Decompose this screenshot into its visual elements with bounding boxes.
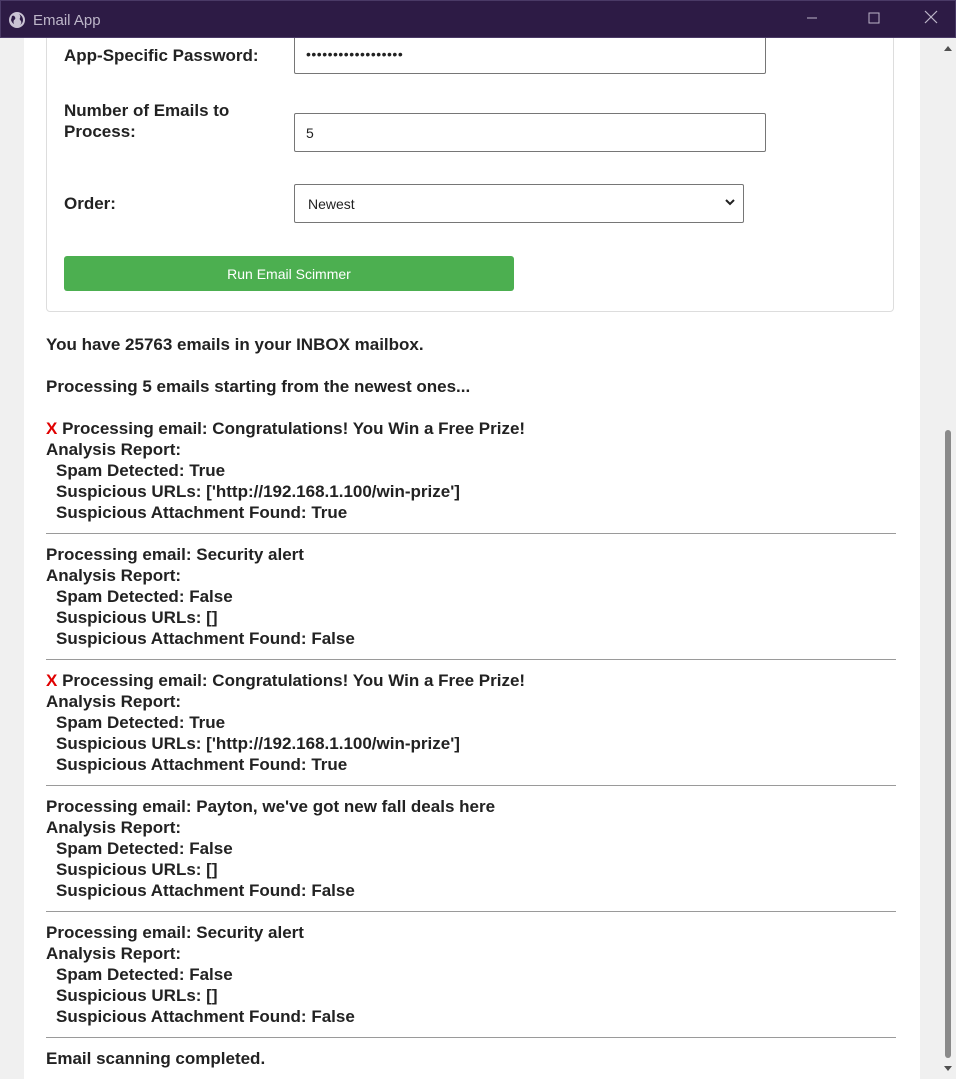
email-subject: Processing email: Payton, we've got new … [46,797,496,816]
spam-flag: X [46,419,63,438]
vertical-scrollbar[interactable] [940,38,956,1079]
suspicious-urls: Suspicious URLs: [] [56,608,218,627]
suspicious-attachment: Suspicious Attachment Found: False [56,629,355,648]
email-subject-line: Processing email: Payton, we've got new … [46,796,896,817]
spam-detected: Spam Detected: True [56,461,226,480]
scroll-up-icon[interactable] [944,46,952,51]
chevron-down-icon [725,199,735,206]
email-subject: Processing email: Security alert [46,545,304,564]
email-result: Processing email: Payton, we've got new … [46,796,896,912]
email-results: X Processing email: Congratulations! You… [46,418,896,1038]
email-subject-line: Processing email: Security alert [46,544,896,565]
maximize-button[interactable] [859,9,889,31]
suspicious-attachment: Suspicious Attachment Found: False [56,1007,355,1026]
password-label: App-Specific Password: [64,46,259,65]
password-field[interactable]: •••••••••••••••••• [294,38,766,74]
email-result: X Processing email: Congratulations! You… [46,670,896,786]
email-result: Processing email: Security alert Analysis… [46,922,896,1038]
suspicious-urls: Suspicious URLs: ['http://192.168.1.100/… [56,482,460,501]
analysis-report-heading: Analysis Report: [46,692,182,711]
num-emails-field[interactable]: 5 [294,113,766,152]
email-result: X Processing email: Congratulations! You… [46,418,896,534]
order-selected-value: Newest [308,195,355,212]
window-titlebar: Email App [0,0,956,38]
email-subject: Processing email: Congratulations! You W… [62,671,526,690]
email-subject-line: Processing email: Security alert [46,922,896,943]
close-icon [924,10,938,24]
scroll-down-icon[interactable] [944,1066,952,1071]
analysis-report-heading: Analysis Report: [46,818,182,837]
analysis-report-heading: Analysis Report: [46,944,182,963]
num-emails-label: Number of Emails to Process: [64,101,230,141]
maximize-icon [868,12,880,24]
spam-detected: Spam Detected: False [56,587,233,606]
email-subject-line: X Processing email: Congratulations! You… [46,418,896,439]
spam-flag: X [46,671,63,690]
spam-detected: Spam Detected: False [56,839,233,858]
completion-message: Email scanning completed. [46,1049,266,1068]
email-subject-line: X Processing email: Congratulations! You… [46,670,896,691]
settings-form: App-Specific Password: •••••••••••••••••… [46,38,894,312]
order-label: Order: [64,194,116,213]
minimize-button[interactable] [797,9,827,31]
order-select[interactable]: Newest [294,184,744,223]
globe-icon [9,12,25,28]
run-email-scimmer-button[interactable]: Run Email Scimmer [64,256,514,291]
app-content: App-Specific Password: •••••••••••••••••… [24,38,920,1079]
suspicious-attachment: Suspicious Attachment Found: True [56,503,348,522]
suspicious-urls: Suspicious URLs: ['http://192.168.1.100/… [56,734,460,753]
spam-detected: Spam Detected: False [56,965,233,984]
minimize-icon [807,17,817,19]
spam-detected: Spam Detected: True [56,713,226,732]
suspicious-urls: Suspicious URLs: [] [56,986,218,1005]
analysis-report-heading: Analysis Report: [46,566,182,585]
email-subject: Processing email: Congratulations! You W… [62,419,526,438]
scrollbar-thumb[interactable] [945,430,951,1058]
mailbox-summary: You have 25763 emails in your INBOX mail… [46,335,424,354]
suspicious-urls: Suspicious URLs: [] [56,860,218,879]
close-button[interactable] [916,9,946,31]
suspicious-attachment: Suspicious Attachment Found: True [56,755,348,774]
email-result: Processing email: Security alert Analysis… [46,544,896,660]
processing-summary: Processing 5 emails starting from the ne… [46,377,471,396]
window-title: Email App [33,12,101,29]
analysis-report-heading: Analysis Report: [46,440,182,459]
suspicious-attachment: Suspicious Attachment Found: False [56,881,355,900]
output-log: You have 25763 emails in your INBOX mail… [46,334,896,1069]
email-subject: Processing email: Security alert [46,923,304,942]
